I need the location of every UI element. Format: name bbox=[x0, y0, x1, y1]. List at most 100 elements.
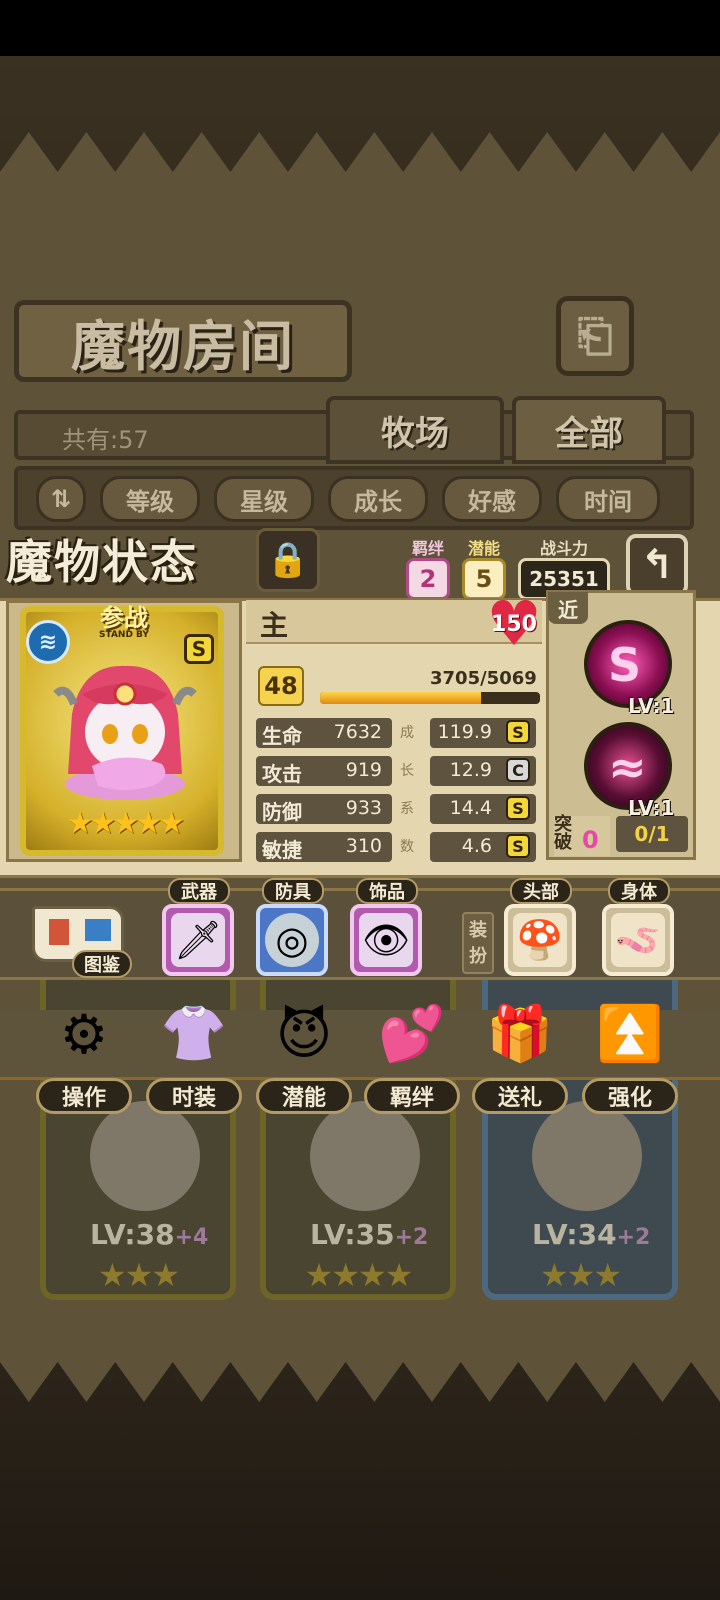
room-title-plate: 魔物房间 bbox=[14, 300, 352, 382]
bond-label: 羁绊 bbox=[364, 1078, 460, 1114]
weapon-slot[interactable]: 🗡 bbox=[162, 904, 234, 976]
stat-label: 防御 bbox=[262, 800, 302, 824]
armor-slot[interactable]: ◎ bbox=[256, 904, 328, 976]
growth-char: 成 bbox=[400, 725, 414, 741]
standby-sub: STAND BY bbox=[99, 630, 149, 640]
grade-badge: S bbox=[506, 796, 530, 820]
monster-stars: ★★★ bbox=[539, 1256, 622, 1294]
upgrade-button[interactable]: ⏫ 强化 bbox=[582, 990, 678, 1118]
exp-bar bbox=[320, 692, 540, 704]
bond-badge-label: 羁绊 bbox=[411, 539, 444, 558]
sort-affection-button[interactable]: 好感 bbox=[442, 476, 542, 522]
lock-button[interactable]: 🔒 bbox=[256, 528, 320, 592]
growth-char: 数 bbox=[400, 839, 414, 855]
grade-badge: S bbox=[506, 834, 530, 858]
lock-icon: 🔒 bbox=[266, 540, 310, 580]
codex-button[interactable]: 图鉴 bbox=[28, 900, 132, 980]
potential-badge-label: 潜能 bbox=[467, 539, 500, 558]
stat-attack: 攻击 919 bbox=[256, 756, 392, 786]
tab-all[interactable]: 全部 bbox=[512, 396, 666, 464]
bond-button[interactable]: 💕 羁绊 bbox=[364, 990, 460, 1118]
growth-agility: 4.6 S bbox=[430, 832, 536, 862]
sort-star-button[interactable]: 星级 bbox=[214, 476, 314, 522]
close-status-button[interactable]: ↰ bbox=[626, 534, 688, 596]
pink-float-icon: 🪱 bbox=[611, 913, 665, 967]
growth-value: 14.4 bbox=[449, 797, 492, 819]
exp-fill bbox=[320, 692, 481, 704]
outfit-icon: 👚 bbox=[160, 1002, 228, 1065]
tab-all-label: 全部 bbox=[555, 413, 623, 454]
back-arrow-icon: ⎗ bbox=[577, 310, 613, 362]
status-title: 魔物状态 bbox=[6, 535, 198, 589]
stat-value: 933 bbox=[345, 797, 382, 819]
potential-button[interactable]: 😈 潜能 bbox=[256, 990, 352, 1118]
return-arrow-icon: ↰ bbox=[640, 542, 674, 588]
stat-defense: 防御 933 bbox=[256, 794, 392, 824]
head-label: 头部 bbox=[510, 878, 572, 904]
tentacle-skill-icon: S bbox=[608, 638, 642, 692]
exp-text: 3705/5069 bbox=[430, 668, 537, 689]
shield-icon: ◎ bbox=[265, 913, 319, 967]
growth-value: 119.9 bbox=[437, 721, 492, 743]
stat-value: 310 bbox=[345, 835, 382, 857]
accessory-slot[interactable]: 👁 bbox=[350, 904, 422, 976]
bond-hearts-icon: 💕 bbox=[378, 1002, 446, 1065]
gift-button[interactable]: 🎁 送礼 bbox=[472, 990, 568, 1118]
body-label: 身体 bbox=[608, 878, 670, 904]
affection-badge: ♥ 150 bbox=[484, 593, 544, 655]
breakthrough-count: 0/1 bbox=[616, 816, 688, 852]
grade-badge: C bbox=[506, 758, 530, 782]
stat-value: 7632 bbox=[333, 721, 382, 743]
codex-label: 图鉴 bbox=[72, 950, 132, 978]
room-back-button[interactable]: ⎗ bbox=[556, 296, 634, 376]
growth-value: 4.6 bbox=[461, 835, 492, 857]
bond-badge: 羁绊 2 bbox=[406, 540, 450, 600]
upgrade-arrows-icon: ⏫ bbox=[596, 1002, 664, 1065]
sword-icon: 🗡 bbox=[171, 913, 225, 967]
tab-farm-label: 牧场 bbox=[381, 413, 449, 454]
growth-defense: 14.4 S bbox=[430, 794, 536, 824]
growth-char: 系 bbox=[400, 801, 414, 817]
weapon-label: 武器 bbox=[168, 878, 230, 904]
operate-button[interactable]: ⚙ 操作 bbox=[36, 990, 132, 1118]
accessory-label: 饰品 bbox=[356, 878, 418, 904]
body-slot[interactable]: 🪱 bbox=[602, 904, 674, 976]
stat-agility: 敏捷 310 bbox=[256, 832, 392, 862]
breakthrough-label: 突破 bbox=[554, 814, 572, 853]
sort-level-button[interactable]: 等级 bbox=[100, 476, 200, 522]
monster-level: LV:35+2 bbox=[310, 1218, 429, 1251]
dress-tag: 装扮 bbox=[462, 912, 494, 974]
stat-label: 生命 bbox=[262, 724, 302, 748]
monster-stars: ★★★★ bbox=[304, 1256, 414, 1294]
eye-gem-icon: 👁 bbox=[359, 913, 413, 967]
card-stars: ★★★★★ bbox=[66, 806, 185, 841]
breakthrough-box: 突破 0 bbox=[554, 816, 610, 856]
skill-1-level: LV:1 bbox=[628, 694, 675, 718]
grade-badge: S bbox=[506, 720, 530, 744]
monster-name: 主 bbox=[260, 609, 289, 642]
growth-hp: 119.9 S bbox=[430, 718, 536, 748]
head-slot[interactable]: 🍄 bbox=[504, 904, 576, 976]
armor-label: 防具 bbox=[262, 878, 324, 904]
room-title: 魔物房间 bbox=[71, 314, 295, 378]
affection-value: 150 bbox=[491, 611, 537, 637]
outfit-button[interactable]: 👚 时装 bbox=[146, 990, 242, 1118]
sort-order-button[interactable]: ⇅ bbox=[36, 476, 86, 522]
stat-hp: 生命 7632 bbox=[256, 718, 392, 748]
outfit-label: 时装 bbox=[146, 1078, 242, 1114]
monster-total: 共有:57 bbox=[62, 426, 149, 454]
tab-farm[interactable]: 牧场 bbox=[326, 396, 504, 464]
mushroom-hat-icon: 🍄 bbox=[513, 913, 567, 967]
sort-time-button[interactable]: 时间 bbox=[556, 476, 660, 522]
potential-label: 潜能 bbox=[256, 1078, 352, 1114]
standby-banner: 参战 STAND BY bbox=[74, 606, 174, 642]
monster-level: LV:38+4 bbox=[90, 1218, 209, 1251]
growth-value: 12.9 bbox=[449, 759, 492, 781]
monster-level: LV:34+2 bbox=[532, 1218, 651, 1251]
swirl-skill-icon: ≈ bbox=[608, 740, 647, 794]
bond-badge-value: 2 bbox=[406, 558, 450, 600]
gift-icon: 🎁 bbox=[486, 1002, 554, 1065]
sort-growth-button[interactable]: 成长 bbox=[328, 476, 428, 522]
operate-label: 操作 bbox=[36, 1078, 132, 1114]
stat-value: 919 bbox=[345, 759, 382, 781]
